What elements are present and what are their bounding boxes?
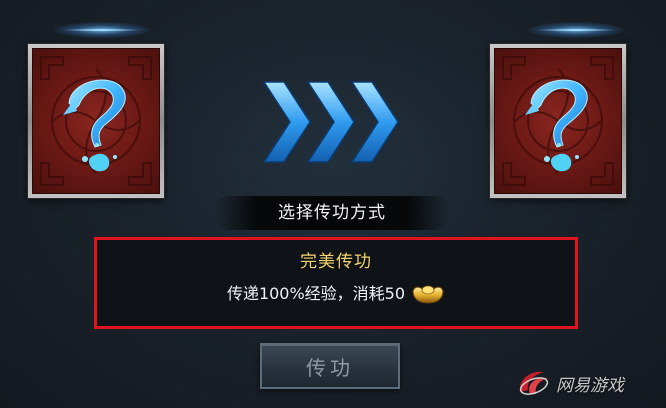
method-description-row: 传递100%经验，消耗50 [97, 279, 575, 305]
target-character-slot[interactable] [490, 44, 626, 198]
source-slot-frame [32, 48, 160, 194]
netease-logo-icon [519, 371, 549, 395]
method-description: 传递100%经验，消耗50 [226, 284, 406, 303]
watermark-text: 网易游戏 [556, 375, 624, 396]
transfer-button-label: 传功 [306, 355, 354, 380]
transfer-arrows-icon [262, 81, 399, 163]
target-slot-glow [528, 22, 624, 38]
source-slot-glow [54, 22, 150, 38]
transfer-button[interactable]: 传功 [260, 343, 400, 389]
netease-games-watermark: 网易游戏 [516, 366, 662, 400]
target-slot-frame [494, 48, 622, 194]
panel-title: 选择传功方式 [278, 203, 386, 223]
gold-ingot-icon [412, 285, 444, 304]
question-mark-icon [525, 79, 588, 172]
question-mark-icon [63, 79, 126, 172]
source-character-slot[interactable] [28, 44, 164, 198]
method-name: 完美传功 [300, 252, 372, 272]
transfer-panel: 选择传功方式 完美传功 传递100%经验，消耗50 传功 网易游戏 [0, 0, 666, 408]
transfer-method-option[interactable]: 完美传功 传递100%经验，消耗50 [94, 237, 578, 329]
